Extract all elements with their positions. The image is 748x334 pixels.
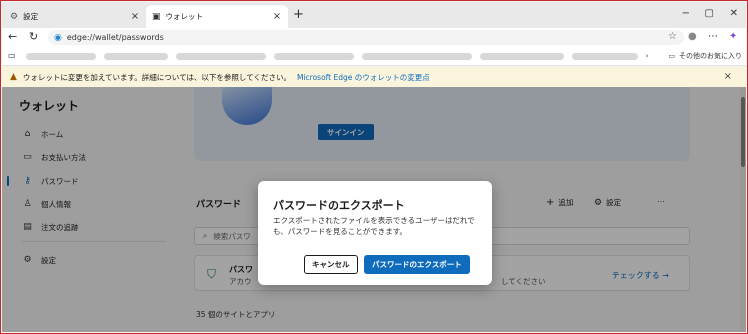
tab-label: ウォレット	[165, 12, 204, 21]
favorite-item[interactable]	[572, 53, 638, 60]
favorite-item[interactable]	[362, 53, 472, 60]
more-menu-icon[interactable]: ⋯	[708, 31, 718, 42]
browser-window: ⚙ 設定 × ▣ ウォレット × + − ▢ ✕ ← ↻ ◉ edge://wa…	[0, 0, 748, 334]
back-button[interactable]: ←	[8, 30, 17, 43]
favorite-item[interactable]	[480, 53, 564, 60]
favorite-item[interactable]	[274, 53, 354, 60]
dialog-title: パスワードのエクスポート	[273, 199, 405, 212]
cancel-button[interactable]: キャンセル	[304, 255, 358, 274]
other-favorites-label: その他のお気に入り	[679, 52, 742, 60]
copilot-icon[interactable]: ✦	[729, 31, 737, 42]
gear-icon: ⚙	[10, 11, 19, 22]
device-icon: ▭	[8, 51, 16, 60]
close-icon[interactable]: ×	[130, 11, 140, 22]
favorite-item[interactable]	[104, 53, 168, 60]
close-window-button[interactable]: ✕	[730, 8, 738, 19]
wallet-icon: ▣	[152, 11, 161, 22]
new-tab-button[interactable]: +	[293, 7, 304, 22]
info-banner: ▲ ウォレットに変更を加えています。詳細については、以下を参照してください。 M…	[2, 67, 746, 87]
chevron-right-icon: ›	[645, 52, 649, 60]
toolbar: ← ↻ ◉ edge://wallet/passwords ☆ ● ⋯ ✦	[2, 28, 746, 47]
maximize-button[interactable]: ▢	[705, 8, 714, 19]
export-dialog: パスワードのエクスポート エクスポートされたファイルを表示できるユーザーはだれで…	[258, 181, 492, 285]
profile-icon[interactable]: ●	[688, 31, 697, 42]
tab-settings[interactable]: ⚙ 設定 ×	[4, 5, 146, 28]
favorite-item[interactable]	[26, 53, 96, 60]
favorites-bar: ▭ › ▭ その他のお気に入り	[2, 47, 746, 66]
banner-link[interactable]: Microsoft Edge のウォレットの変更点	[297, 72, 430, 83]
favorite-star-icon[interactable]: ☆	[668, 31, 677, 42]
export-passwords-button[interactable]: パスワードのエクスポート	[364, 255, 470, 274]
refresh-button[interactable]: ↻	[29, 30, 38, 43]
close-icon[interactable]: ×	[724, 71, 732, 82]
tab-label: 設定	[23, 12, 39, 21]
tab-strip: ⚙ 設定 × ▣ ウォレット × + − ▢ ✕	[2, 2, 746, 28]
close-icon[interactable]: ×	[272, 11, 282, 22]
tab-wallet[interactable]: ▣ ウォレット ×	[146, 5, 288, 28]
minimize-button[interactable]: −	[682, 8, 690, 19]
address-url: edge://wallet/passwords	[66, 33, 164, 42]
folder-icon: ▭	[668, 52, 675, 60]
warning-icon: ▲	[10, 72, 17, 82]
dialog-body: エクスポートされたファイルを表示できるユーザーはだれでも、パスワードを見ることが…	[273, 216, 475, 236]
favorite-item[interactable]	[176, 53, 266, 60]
address-bar[interactable]: ◉ edge://wallet/passwords ☆	[48, 30, 684, 45]
other-favorites[interactable]: › ▭ その他のお気に入り	[646, 51, 742, 61]
banner-text: ウォレットに変更を加えています。詳細については、以下を参照してください。	[22, 72, 291, 82]
edge-icon: ◉	[54, 32, 62, 43]
